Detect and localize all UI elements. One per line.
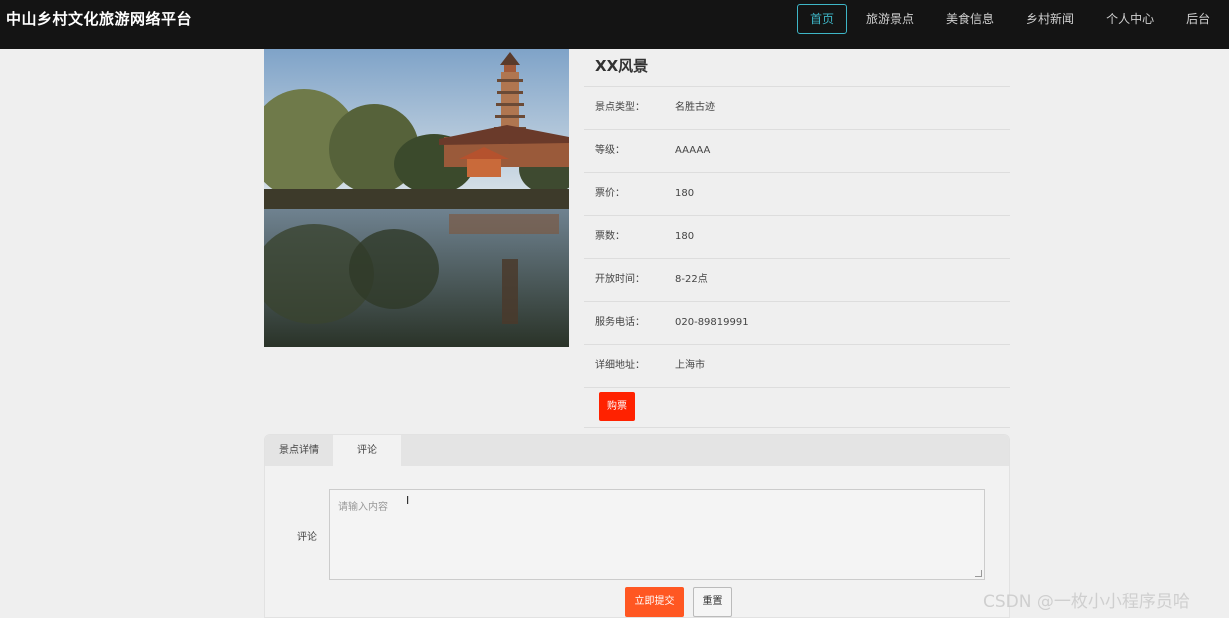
info-label: 景点类型： (595, 102, 645, 113)
spot-info: XX风景 景点类型： 名胜古迹 等级： AAAAA 票价： 180 票数： 18… (584, 49, 1010, 428)
info-row-tickets: 票数： 180 (584, 216, 1010, 259)
tab-comments[interactable]: 评论 (333, 435, 401, 466)
tab-bar: 景点详情 评论 (265, 435, 1009, 466)
buy-row: 购票 (584, 388, 1010, 428)
info-value: 名胜古迹 (675, 102, 715, 113)
scenic-spot-photo (264, 49, 569, 347)
top-nav-bar: 中山乡村文化旅游网络平台 首页 旅游景点 美食信息 乡村新闻 个人中心 后台 (0, 0, 1229, 49)
nav-food[interactable]: 美食信息 (933, 4, 1007, 34)
info-value: AAAAA (675, 145, 711, 156)
info-row-price: 票价： 180 (584, 173, 1010, 216)
info-row-level: 等级： AAAAA (584, 130, 1010, 173)
submit-button[interactable]: 立即提交 (625, 587, 684, 617)
watermark: CSDN @一枚小小程序员哈 (983, 592, 1190, 612)
nav-admin[interactable]: 后台 (1173, 4, 1223, 34)
info-value: 020-89819991 (675, 317, 749, 328)
detail-tab-panel: 景点详情 评论 评论 请输入内容 I 立即提交 重置 (264, 434, 1010, 618)
info-label: 票价： (595, 188, 625, 199)
text-cursor-icon: I (406, 494, 410, 507)
info-row-type: 景点类型： 名胜古迹 (584, 87, 1010, 130)
site-title: 中山乡村文化旅游网络平台 (6, 10, 193, 28)
comment-textarea[interactable]: 请输入内容 (329, 489, 985, 580)
nav-news[interactable]: 乡村新闻 (1013, 4, 1087, 34)
comment-placeholder: 请输入内容 (338, 502, 388, 513)
resize-handle[interactable] (975, 570, 982, 577)
info-label: 等级： (595, 145, 625, 156)
info-label: 票数： (595, 231, 625, 242)
info-label: 开放时间： (595, 274, 645, 285)
info-label: 服务电话： (595, 317, 645, 328)
info-row-address: 详细地址： 上海市 (584, 345, 1010, 388)
reset-button[interactable]: 重置 (693, 587, 732, 617)
tab-spot-details[interactable]: 景点详情 (265, 435, 333, 466)
info-label: 详细地址： (595, 360, 645, 371)
info-value: 8-22点 (675, 274, 708, 285)
info-row-phone: 服务电话： 020-89819991 (584, 302, 1010, 345)
nav-home[interactable]: 首页 (797, 4, 848, 34)
info-value: 180 (675, 231, 695, 242)
nav-attractions[interactable]: 旅游景点 (853, 4, 927, 34)
nav-user-center[interactable]: 个人中心 (1093, 4, 1167, 34)
comment-label: 评论 (297, 532, 317, 543)
info-value: 上海市 (675, 360, 705, 371)
info-value: 180 (675, 188, 695, 199)
spot-name: XX风景 (584, 49, 1010, 87)
buy-ticket-button[interactable]: 购票 (599, 392, 635, 421)
info-row-hours: 开放时间： 8-22点 (584, 259, 1010, 302)
main-nav: 首页 旅游景点 美食信息 乡村新闻 个人中心 后台 (797, 4, 1229, 34)
